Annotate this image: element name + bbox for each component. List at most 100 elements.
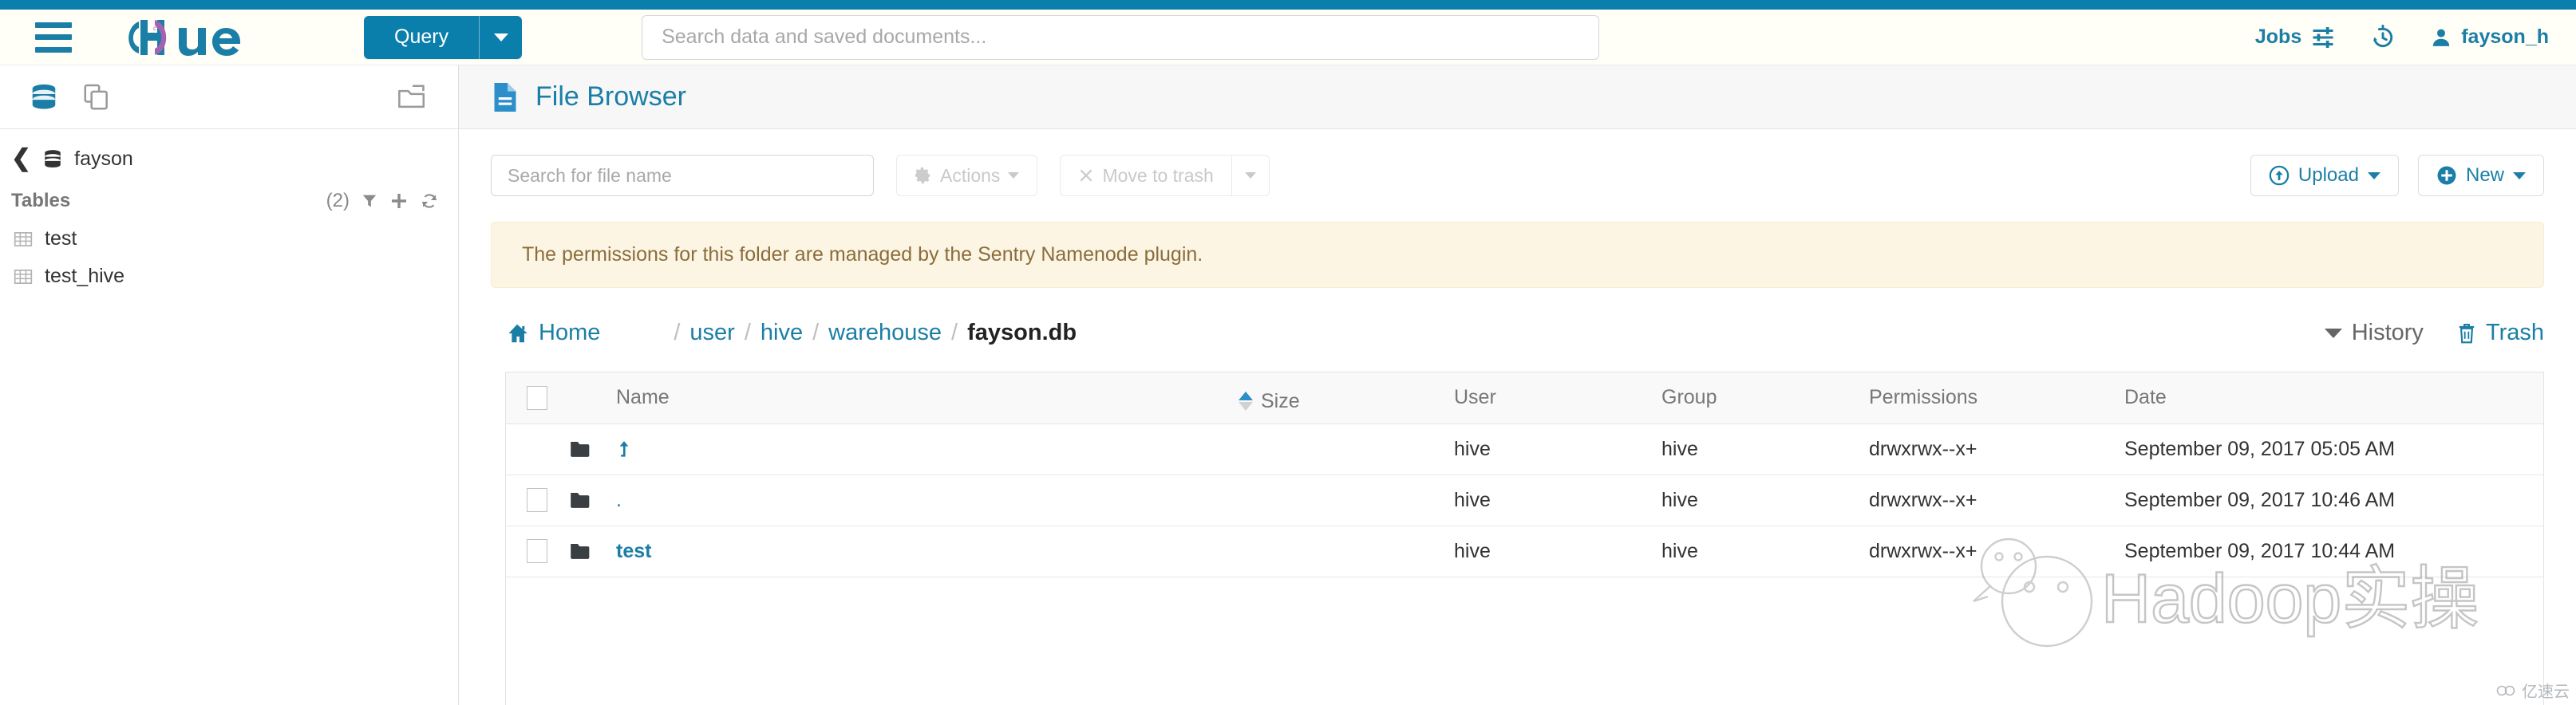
column-header-size[interactable]: Size (1239, 372, 1454, 423)
actions-button[interactable]: Actions (896, 155, 1037, 196)
filter-icon[interactable] (361, 192, 378, 210)
file-toolbar: Actions Move to trash (459, 129, 2576, 196)
chevron-left-icon[interactable]: ❮ (11, 147, 31, 171)
file-document-icon (491, 81, 520, 113)
move-to-trash-button[interactable]: Move to trash (1060, 155, 1231, 196)
row-permissions-cell[interactable]: drwxrwx--x+ (1869, 475, 2124, 526)
open-folder-icon[interactable] (396, 82, 429, 112)
row-permissions-cell[interactable]: drwxrwx--x+ (1869, 526, 2124, 577)
row-icon-cell (568, 475, 616, 526)
history-dropdown[interactable]: History (2325, 320, 2424, 346)
file-search-input[interactable] (491, 155, 874, 196)
file-table-container: Name Size Use (505, 372, 2544, 705)
assist-panel-tabs (0, 65, 458, 129)
user-name-label: fayson_h (2461, 26, 2549, 49)
history-label: History (2352, 320, 2424, 346)
top-navbar: c Query Jobs (0, 10, 2576, 65)
page-header: File Browser (459, 65, 2576, 129)
assist-db-breadcrumb[interactable]: ❮ fayson (0, 129, 458, 179)
query-dropdown-toggle[interactable] (479, 16, 522, 59)
jobs-button[interactable]: Jobs (2255, 26, 2335, 49)
sidebar-table-item[interactable]: test_hive (0, 258, 458, 295)
user-menu[interactable]: fayson_h (2431, 26, 2549, 49)
row-group-cell: hive (1661, 475, 1869, 526)
row-size-cell (1239, 423, 1454, 475)
row-group-cell: hive (1661, 423, 1869, 475)
icon-header (568, 372, 616, 423)
breadcrumb-actions: History Trash (2325, 320, 2544, 346)
database-icon[interactable] (29, 82, 59, 112)
sidebar-table-item[interactable]: test (0, 220, 458, 258)
trash-label: Trash (2486, 320, 2544, 346)
column-header-group[interactable]: Group (1661, 372, 1869, 423)
column-header-date[interactable]: Date (2124, 372, 2543, 423)
column-header-group-label: Group (1661, 386, 1717, 408)
new-label: New (2466, 164, 2504, 187)
row-checkbox[interactable] (527, 539, 547, 563)
arrow-up-level-icon (616, 439, 632, 460)
upload-button[interactable]: Upload (2250, 155, 2399, 196)
file-name-link[interactable]: test (616, 540, 651, 562)
row-icon-cell (568, 526, 616, 577)
breadcrumb-path: / user / hive / warehouse / fayson.db (664, 320, 1077, 346)
file-table-head: Name Size Use (506, 372, 2543, 423)
row-icon-cell (568, 423, 616, 475)
file-table-header-row: Name Size Use (506, 372, 2543, 423)
row-date-cell: September 09, 2017 10:44 AM (2124, 526, 2543, 577)
row-date-cell: September 09, 2017 05:05 AM (2124, 423, 2543, 475)
row-permissions-cell[interactable]: drwxrwx--x+ (1869, 423, 2124, 475)
trash-link[interactable]: Trash (2455, 320, 2544, 346)
row-name-cell[interactable]: . (616, 475, 1239, 526)
parent-directory-link[interactable] (616, 438, 632, 460)
move-to-trash-group[interactable]: Move to trash (1060, 155, 1269, 196)
query-button-group[interactable]: Query (364, 16, 522, 59)
column-header-permissions[interactable]: Permissions (1869, 372, 2124, 423)
caret-down-icon (2325, 329, 2342, 338)
hue-logo[interactable]: c (121, 17, 278, 58)
trash-can-icon (2455, 321, 2478, 345)
home-icon (505, 322, 529, 345)
row-name-cell[interactable] (616, 423, 1239, 475)
sidebar-table-label: test_hive (45, 265, 124, 288)
new-button[interactable]: New (2418, 155, 2544, 196)
column-header-date-label: Date (2124, 386, 2167, 408)
breadcrumb-separator: / (664, 320, 689, 346)
svg-text:c: c (153, 25, 156, 32)
history-button[interactable] (2370, 25, 2396, 50)
breadcrumb-segment-hive[interactable]: hive (761, 320, 803, 346)
row-name-cell[interactable]: test (616, 526, 1239, 577)
upload-label: Upload (2298, 164, 2359, 187)
row-checkbox[interactable] (527, 488, 547, 512)
column-header-user[interactable]: User (1454, 372, 1661, 423)
hamburger-menu-icon[interactable] (35, 22, 72, 53)
caret-down-icon (494, 33, 508, 41)
user-icon (2431, 26, 2452, 49)
row-size-cell (1239, 526, 1454, 577)
move-to-trash-dropdown[interactable] (1232, 155, 1270, 196)
hue-logo-icon: c (121, 17, 278, 58)
query-button[interactable]: Query (364, 16, 479, 59)
table-row[interactable]: test hive hive drwxrwx--x+ September 09,… (506, 526, 2543, 577)
breadcrumb-home[interactable]: Home (505, 320, 600, 346)
global-search-input[interactable] (642, 15, 1599, 60)
column-header-name[interactable]: Name (616, 372, 1239, 423)
breadcrumb-home-label: Home (539, 320, 600, 346)
table-row[interactable]: hive hive drwxrwx--x+ September 09, 2017… (506, 423, 2543, 475)
column-header-name-label: Name (616, 386, 670, 408)
page-root: c Query Jobs (0, 0, 2576, 705)
breadcrumb: Home / user / hive / warehouse / fayson.… (505, 320, 2544, 346)
jobs-label: Jobs (2255, 26, 2301, 49)
breadcrumb-segment-warehouse[interactable]: warehouse (828, 320, 942, 346)
file-name-link[interactable]: . (616, 489, 622, 511)
table-row[interactable]: . hive hive drwxrwx--x+ September 09, 20… (506, 475, 2543, 526)
row-checkbox-cell (506, 475, 568, 526)
breadcrumb-segment-user[interactable]: user (689, 320, 734, 346)
documents-icon[interactable] (81, 82, 112, 112)
plus-icon[interactable] (389, 191, 409, 211)
select-all-checkbox[interactable] (527, 386, 547, 410)
caret-down-icon (2513, 172, 2526, 179)
file-table: Name Size Use (506, 372, 2543, 577)
refresh-icon[interactable] (420, 191, 439, 211)
permissions-alert-banner: The permissions for this folder are mana… (491, 222, 2544, 288)
row-group-cell: hive (1661, 526, 1869, 577)
